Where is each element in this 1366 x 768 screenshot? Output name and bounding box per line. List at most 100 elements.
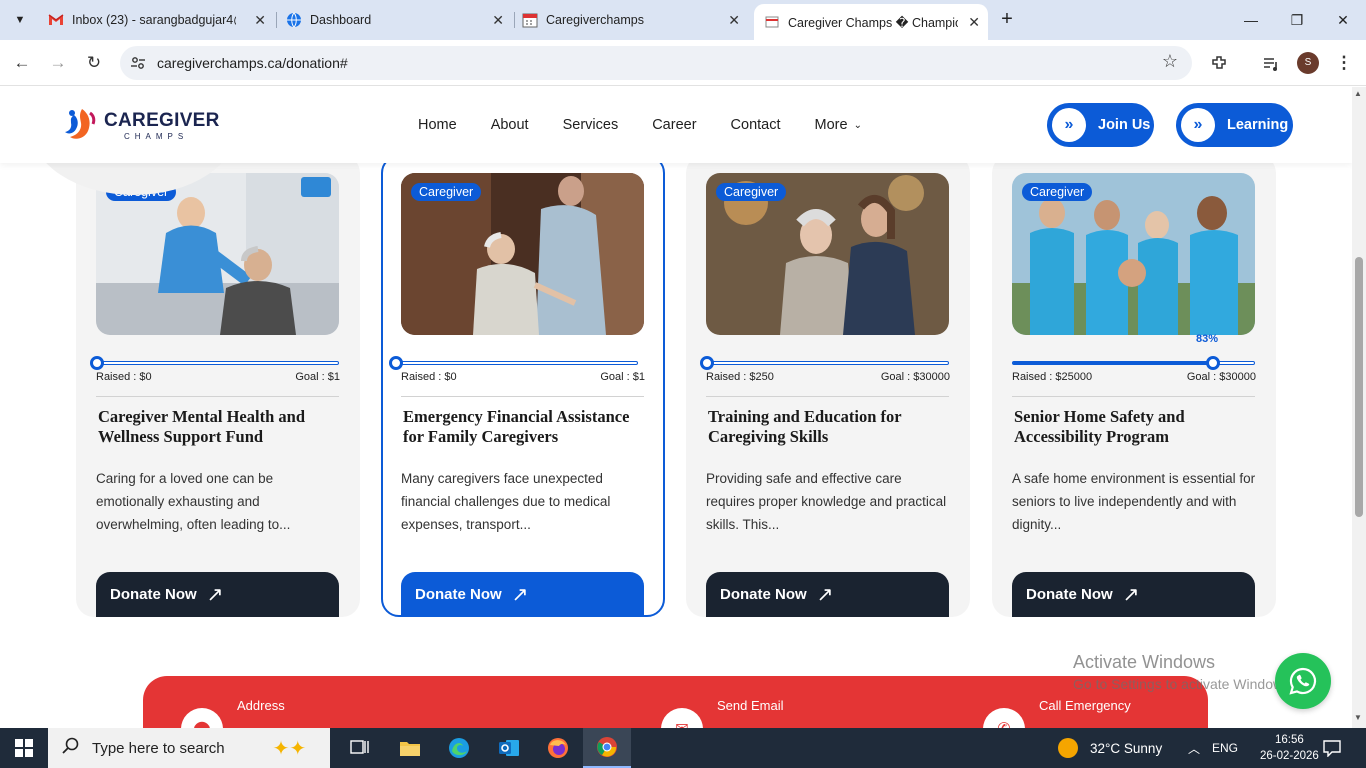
donate-now-button[interactable]: Donate Now ↗ xyxy=(401,572,644,617)
page-viewport: CAREGIVER CHAMPS Home About Services Car… xyxy=(0,87,1352,728)
goal-amount: Goal : $1 xyxy=(600,371,645,383)
back-button[interactable]: ← xyxy=(9,50,35,76)
nav-more[interactable]: More ⌄ xyxy=(815,117,862,133)
language-indicator[interactable]: ENG xyxy=(1212,728,1238,768)
site-logo[interactable]: CAREGIVER CHAMPS xyxy=(62,105,220,145)
nav-about[interactable]: About xyxy=(491,117,529,133)
tab-caregiverchamps[interactable]: Caregiverchamps ✕ xyxy=(522,6,748,34)
new-tab-button[interactable]: + xyxy=(996,8,1018,32)
sun-icon xyxy=(1058,738,1078,758)
learning-button[interactable]: » Learning xyxy=(1176,103,1293,147)
tab-search-dropdown[interactable]: ▼ xyxy=(8,8,32,32)
progress-knob xyxy=(90,356,104,370)
scroll-up-arrow-icon[interactable]: ▲ xyxy=(1354,89,1362,98)
url-text: caregiverchamps.ca/donation# xyxy=(157,55,348,71)
close-icon[interactable]: ✕ xyxy=(492,12,504,29)
whatsapp-chat-button[interactable] xyxy=(1275,653,1331,709)
reload-button[interactable]: ↻ xyxy=(81,50,107,76)
tab-dashboard[interactable]: Dashboard ✕ xyxy=(286,6,512,34)
scroll-down-arrow-icon[interactable]: ▼ xyxy=(1354,713,1362,722)
page-scrollbar[interactable]: ▲ ▼ xyxy=(1352,87,1366,728)
extensions-icon[interactable] xyxy=(1206,50,1232,76)
location-pin-icon: ⬤ xyxy=(181,708,223,728)
envelope-icon: ✉ xyxy=(661,708,703,728)
clock[interactable]: 16:56 26-02-2026 xyxy=(1260,728,1319,768)
card-image-volunteers-team: Caregiver xyxy=(1012,173,1255,335)
raised-amount: Raised : $250 xyxy=(706,371,774,383)
edge-browser-icon[interactable] xyxy=(435,728,483,768)
goal-amount: Goal : $30000 xyxy=(1186,371,1256,383)
windows-logo-icon xyxy=(15,739,33,757)
nav-home[interactable]: Home xyxy=(418,117,457,133)
browser-toolbar: ← → ↻ caregiverchamps.ca/donation# ☆ S ⋮ xyxy=(0,40,1366,86)
menu-kebab-icon[interactable]: ⋮ xyxy=(1331,50,1357,76)
join-us-button[interactable]: » Join Us xyxy=(1047,103,1154,147)
search-placeholder: Type here to search xyxy=(92,739,225,757)
start-button[interactable] xyxy=(0,728,48,768)
progress-bar xyxy=(90,356,339,370)
contact-emergency[interactable]: ✆ Call Emergency xyxy=(983,698,1131,728)
site-settings-icon[interactable] xyxy=(130,55,146,71)
forward-button[interactable]: → xyxy=(45,50,71,76)
chevron-down-icon: ⌄ xyxy=(853,119,862,131)
nav-career[interactable]: Career xyxy=(652,117,696,133)
arrow-up-right-icon: ↗ xyxy=(1122,584,1140,606)
divider xyxy=(401,396,644,397)
close-icon[interactable]: ✕ xyxy=(254,12,266,29)
nav-services[interactable]: Services xyxy=(563,117,619,133)
contact-info-band: ⬤ Address ✉ Send Email ✆ Call Emergency xyxy=(143,676,1208,728)
close-icon[interactable]: ✕ xyxy=(968,14,980,31)
profile-avatar[interactable]: S xyxy=(1297,52,1319,74)
progress-bar xyxy=(389,356,638,370)
arrow-up-right-icon: ↗ xyxy=(511,584,529,606)
restore-button[interactable]: ❐ xyxy=(1274,0,1320,40)
arrow-up-right-icon: ↗ xyxy=(206,584,224,606)
tab-inbox[interactable]: Inbox (23) - sarangbadgujar4@ ✕ xyxy=(48,6,274,34)
logo-wordmark: CAREGIVER xyxy=(104,109,220,131)
divider xyxy=(706,396,949,397)
card-description: Caring for a loved one can be emotionall… xyxy=(96,471,291,532)
bookmark-star-icon[interactable]: ☆ xyxy=(1162,51,1178,72)
close-icon[interactable]: ✕ xyxy=(728,12,740,29)
divider xyxy=(96,396,339,397)
donate-now-button[interactable]: Donate Now ↗ xyxy=(96,572,339,617)
address-bar[interactable]: caregiverchamps.ca/donation# ☆ xyxy=(120,46,1192,80)
outlook-icon[interactable] xyxy=(485,728,533,768)
double-chevron-right-icon: » xyxy=(1181,108,1215,142)
file-explorer-icon[interactable] xyxy=(386,728,434,768)
activate-windows-subtitle: Go to Settings to activate Windows. xyxy=(1073,676,1294,692)
firefox-icon[interactable] xyxy=(534,728,582,768)
tray-chevron-up-icon[interactable]: ︿ xyxy=(1188,728,1200,768)
minimize-button[interactable]: — xyxy=(1228,0,1274,40)
tab-strip: ▼ Inbox (23) - sarangbadgujar4@ ✕ Dashbo… xyxy=(0,0,1366,40)
donate-now-button[interactable]: Donate Now ↗ xyxy=(706,572,949,617)
card-description: Providing safe and effective care requir… xyxy=(706,471,947,532)
scrollbar-thumb[interactable] xyxy=(1355,257,1363,517)
raised-amount: Raised : $0 xyxy=(401,371,457,383)
goal-amount: Goal : $1 xyxy=(295,371,340,383)
card-image-caregiver-with-senior-woman: Caregiver xyxy=(706,173,949,335)
chrome-icon[interactable] xyxy=(583,728,631,768)
donation-card: Caregiver Raised : $0 Goal : $1 Caregive… xyxy=(76,155,360,617)
goal-amount: Goal : $30000 xyxy=(880,371,950,383)
activate-windows-title: Activate Windows xyxy=(1073,652,1216,672)
windows-taskbar: Type here to search ✦✦ 32°C Sunny ︿ ENG … xyxy=(0,728,1366,768)
main-nav: Home About Services Career Contact More ⌄ xyxy=(418,117,896,133)
contact-email[interactable]: ✉ Send Email xyxy=(661,698,783,728)
double-chevron-right-icon: » xyxy=(1052,108,1086,142)
weather-widget[interactable]: 32°C Sunny xyxy=(1058,728,1162,768)
nav-contact[interactable]: Contact xyxy=(731,117,781,133)
progress-bar xyxy=(700,356,949,370)
notification-center-icon[interactable] xyxy=(1322,728,1342,768)
whatsapp-icon xyxy=(1289,667,1317,695)
task-view-icon[interactable] xyxy=(336,728,384,768)
donation-card: Caregiver 83% Raised : $25000 Goal : $30… xyxy=(992,155,1276,617)
tab-caregiver-champs-active[interactable]: Caregiver Champs � Champion ✕ xyxy=(754,4,988,40)
card-category-badge: Caregiver xyxy=(1022,183,1093,201)
caregiver-logo-icon xyxy=(65,109,96,139)
close-window-button[interactable]: ✕ xyxy=(1320,0,1366,40)
taskbar-search-box[interactable]: Type here to search ✦✦ xyxy=(48,728,330,768)
raised-amount: Raised : $0 xyxy=(96,371,152,383)
media-control-icon[interactable] xyxy=(1258,50,1284,76)
donate-now-button[interactable]: Donate Now ↗ xyxy=(1012,572,1255,617)
